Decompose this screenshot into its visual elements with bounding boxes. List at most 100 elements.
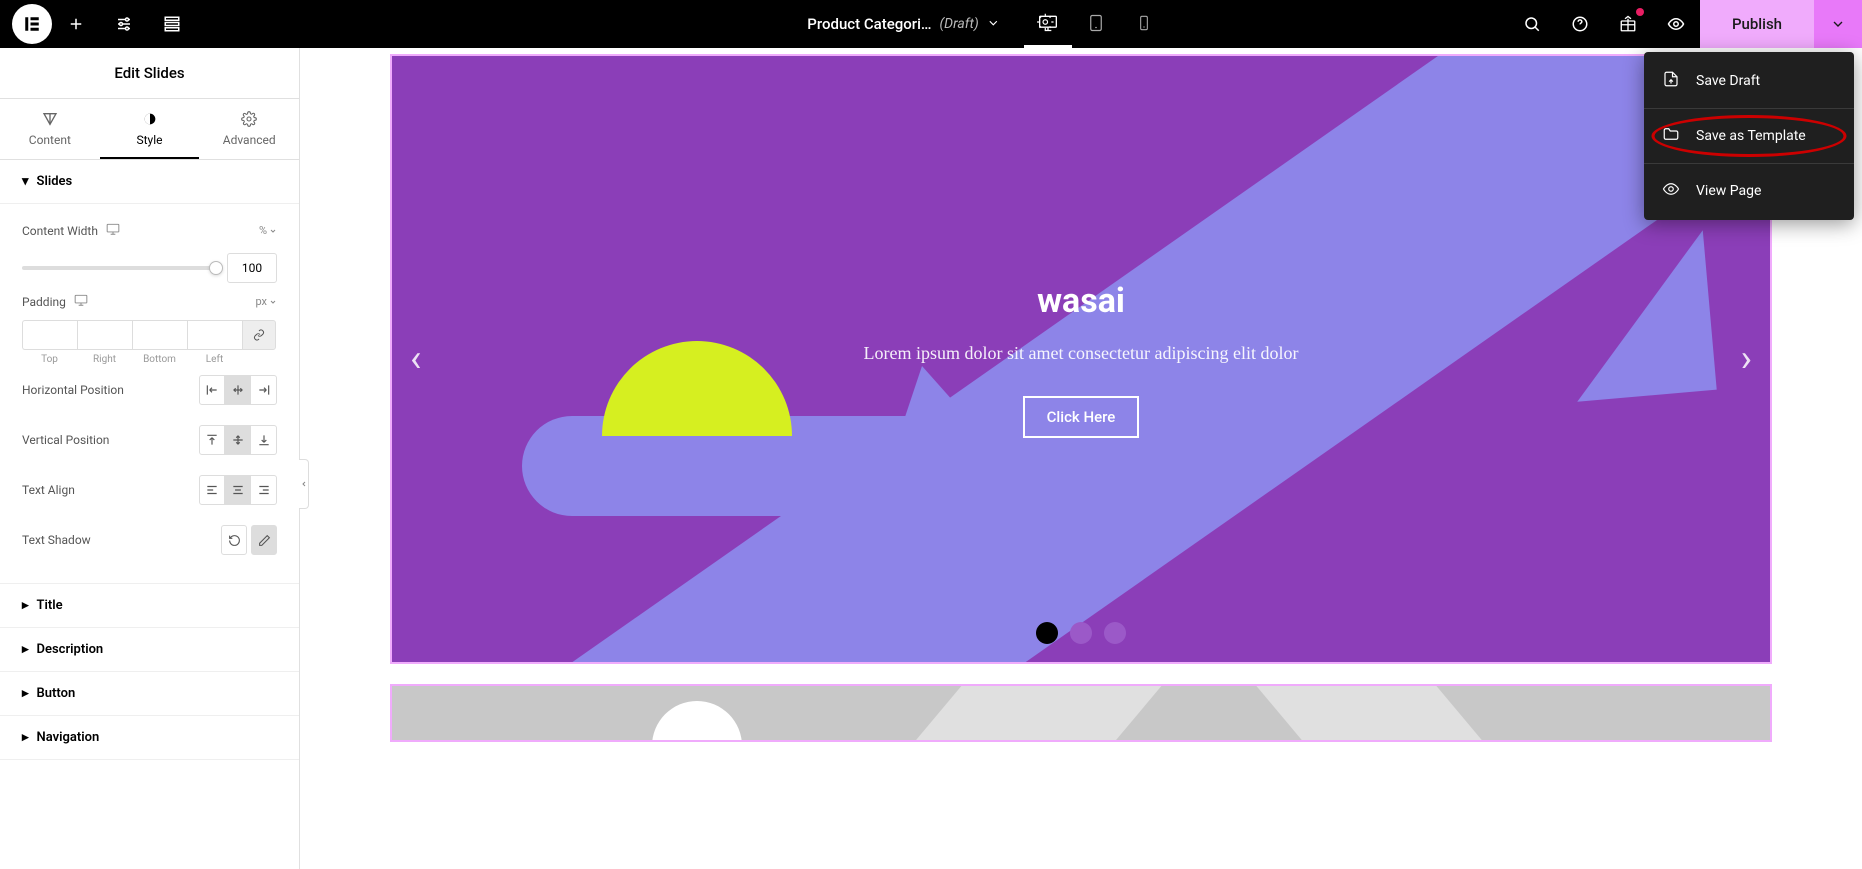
collapse-sidebar-button[interactable] — [299, 459, 309, 509]
link-values-button[interactable] — [242, 320, 276, 350]
text-align-center-button[interactable] — [225, 475, 251, 505]
caret-right-icon: ▸ — [22, 730, 29, 745]
view-page-item[interactable]: View Page — [1644, 166, 1854, 216]
vertical-position-row: Vertical Position — [22, 415, 277, 465]
add-element-button[interactable] — [52, 0, 100, 48]
save-options-dropdown: Save Draft Save as Template View Page — [1644, 52, 1854, 220]
background-shape — [1563, 230, 1716, 402]
slide-pagination — [1036, 622, 1126, 644]
section-description-header[interactable]: ▸ Description — [0, 628, 299, 672]
help-button[interactable] — [1556, 0, 1604, 48]
content-width-label: Content Width — [22, 224, 98, 238]
tablet-device-button[interactable] — [1072, 0, 1120, 48]
unit-selector[interactable]: % — [259, 224, 277, 237]
padding-row: Padding px — [22, 283, 277, 320]
section-slides-header[interactable]: ▾ Slides — [0, 160, 299, 204]
structure-button[interactable] — [148, 0, 196, 48]
responsive-icon[interactable] — [74, 293, 88, 310]
text-shadow-row: Text Shadow — [22, 515, 277, 565]
section-title-header[interactable]: ▸ Title — [0, 584, 299, 628]
text-align-right-button[interactable] — [251, 475, 277, 505]
text-align-group — [199, 475, 277, 505]
save-draft-icon — [1662, 70, 1680, 92]
placeholder-shape — [652, 701, 742, 742]
save-draft-item[interactable]: Save Draft — [1644, 56, 1854, 106]
site-settings-button[interactable] — [100, 0, 148, 48]
content-width-input[interactable] — [227, 253, 277, 283]
document-status: (Draft) — [940, 16, 979, 32]
text-align-left-button[interactable] — [199, 475, 225, 505]
tab-advanced-label: Advanced — [223, 133, 276, 147]
tab-advanced[interactable]: Advanced — [199, 99, 299, 159]
sidebar-tabs: Content Style Advanced — [0, 99, 299, 160]
caret-down-icon: ▾ — [22, 174, 29, 189]
sidebar-header: Edit Slides — [0, 48, 299, 99]
slides-widget[interactable]: ‹ › wasai Lorem ipsum dolor sit amet con… — [390, 54, 1772, 664]
sidebar-scroll[interactable]: ▾ Slides Content Width % Padd — [0, 160, 299, 869]
doc-dropdown-icon[interactable] — [987, 15, 1001, 34]
horizontal-position-label: Horizontal Position — [22, 383, 124, 397]
h-align-left-button[interactable] — [199, 375, 225, 405]
padding-right-input[interactable] — [77, 320, 132, 350]
placeholder-shape — [1248, 684, 1512, 742]
text-shadow-label: Text Shadow — [22, 533, 91, 547]
padding-bottom-input[interactable] — [132, 320, 187, 350]
slide-dot-1[interactable] — [1036, 622, 1058, 644]
elementor-logo[interactable] — [12, 4, 52, 44]
slide-dot-2[interactable] — [1070, 622, 1092, 644]
preview-button[interactable] — [1652, 0, 1700, 48]
caret-right-icon: ▸ — [22, 686, 29, 701]
content-width-slider — [22, 253, 277, 283]
padding-top-input[interactable] — [22, 320, 77, 350]
text-shadow-controls — [221, 525, 277, 555]
finder-search-button[interactable] — [1508, 0, 1556, 48]
slide-cta-button[interactable]: Click Here — [1023, 396, 1140, 438]
v-align-top-button[interactable] — [199, 425, 225, 455]
slide-description: Lorem ipsum dolor sit amet consectetur a… — [864, 343, 1299, 364]
slider-track[interactable] — [22, 266, 217, 270]
publish-options-button[interactable] — [1814, 0, 1862, 48]
padding-left-input[interactable] — [187, 320, 242, 350]
whats-new-button[interactable] — [1604, 0, 1652, 48]
top-bar: Product Categori… (Draft) — [0, 0, 1862, 48]
document-title-area: Product Categori… (Draft) — [807, 13, 1054, 35]
slide-dot-3[interactable] — [1104, 622, 1126, 644]
v-align-middle-button[interactable] — [225, 425, 251, 455]
horizontal-position-row: Horizontal Position — [22, 365, 277, 415]
dropdown-divider — [1644, 108, 1854, 109]
caret-right-icon: ▸ — [22, 598, 29, 613]
h-align-center-button[interactable] — [225, 375, 251, 405]
next-section-preview[interactable] — [390, 684, 1772, 742]
responsive-devices — [1024, 0, 1168, 48]
responsive-icon[interactable] — [106, 222, 120, 239]
section-navigation-header[interactable]: ▸ Navigation — [0, 716, 299, 760]
vertical-position-label: Vertical Position — [22, 433, 109, 447]
padding-bottom-label: Bottom — [132, 354, 187, 365]
vertical-position-group — [199, 425, 277, 455]
desktop-device-button[interactable] — [1024, 0, 1072, 48]
document-title: Product Categori… — [807, 15, 931, 33]
slide-prev-button[interactable]: ‹ — [410, 337, 421, 381]
editor-canvas[interactable]: ‹ › wasai Lorem ipsum dolor sit amet con… — [300, 48, 1862, 869]
save-as-template-item[interactable]: Save as Template — [1644, 111, 1854, 161]
edit-shadow-button[interactable] — [251, 525, 277, 555]
v-align-bottom-button[interactable] — [251, 425, 277, 455]
section-description-label: Description — [37, 642, 104, 657]
section-button-header[interactable]: ▸ Button — [0, 672, 299, 716]
padding-labels: Top Right Bottom Left — [22, 354, 277, 365]
slide-next-button[interactable]: › — [1741, 337, 1752, 381]
unit-selector[interactable]: px — [255, 295, 277, 308]
caret-right-icon: ▸ — [22, 642, 29, 657]
section-slides-label: Slides — [37, 174, 73, 189]
folder-icon — [1662, 125, 1680, 147]
h-align-right-button[interactable] — [251, 375, 277, 405]
slider-thumb[interactable] — [209, 261, 223, 275]
editor-sidebar: Edit Slides Content Style Advanced ▾ Sli… — [0, 48, 300, 869]
slide-title: wasai — [864, 281, 1299, 321]
tab-style[interactable]: Style — [100, 99, 200, 159]
tab-content[interactable]: Content — [0, 99, 100, 159]
mobile-device-button[interactable] — [1120, 0, 1168, 48]
section-button-label: Button — [37, 686, 76, 701]
publish-button[interactable]: Publish — [1700, 0, 1814, 48]
reset-button[interactable] — [221, 525, 247, 555]
